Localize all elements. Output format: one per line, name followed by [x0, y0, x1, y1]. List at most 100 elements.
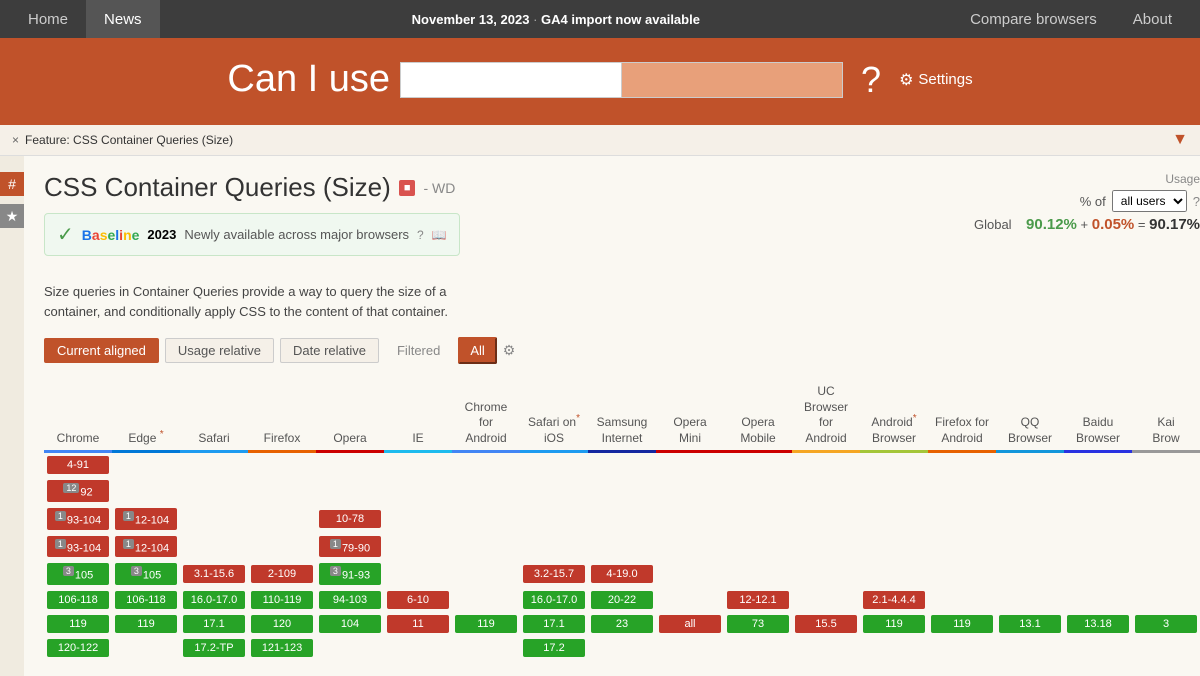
baseline-bar: ✓ Baseline 2023 Newly available across m… — [44, 213, 460, 256]
table-cell-chrome_android — [452, 560, 520, 588]
table-cell-samsung: 4-19.0 — [588, 560, 656, 588]
table-row: 11911917.11201041111917.123all7315.51191… — [44, 612, 1200, 636]
table-cell-opera — [316, 452, 384, 478]
percent-of-label: % of — [1080, 194, 1106, 209]
tab-usage-relative[interactable]: Usage relative — [165, 338, 274, 363]
table-cell-qq — [996, 477, 1064, 505]
table-cell-opera_mobile — [724, 452, 792, 478]
table-row: 4-91 — [44, 452, 1200, 478]
table-cell-ie: 6-10 — [384, 588, 452, 612]
nav-home[interactable]: Home — [10, 0, 86, 38]
table-cell-safari_ios — [520, 533, 588, 561]
usage-help-icon[interactable]: ? — [1193, 194, 1200, 209]
feature-title: CSS Container Queries (Size) — [44, 172, 391, 203]
table-cell-baidu: 13.18 — [1064, 612, 1132, 636]
table-cell-opera_mobile — [724, 560, 792, 588]
table-row: 310531053.1-15.62-109391-933.2-15.74-19.… — [44, 560, 1200, 588]
table-cell-opera_mobile: 12-12.1 — [724, 588, 792, 612]
tab-date-relative[interactable]: Date relative — [280, 338, 379, 363]
table-cell-samsung — [588, 452, 656, 478]
table-cell-kai — [1132, 477, 1200, 505]
baseline-book-icon[interactable]: 📖 — [432, 228, 447, 242]
nav-compare[interactable]: Compare browsers — [952, 0, 1115, 38]
table-cell-baidu — [1064, 533, 1132, 561]
nav-about[interactable]: About — [1115, 0, 1190, 38]
table-cell-kai: 3 — [1132, 612, 1200, 636]
table-row: 106-118106-11816.0-17.0110-11994-1036-10… — [44, 588, 1200, 612]
table-cell-android — [860, 477, 928, 505]
table-cell-uc — [792, 452, 860, 478]
table-cell-samsung — [588, 533, 656, 561]
nav-news[interactable]: News — [86, 0, 160, 38]
table-cell-chrome_android — [452, 477, 520, 505]
table-settings-icon[interactable]: ⚙ — [503, 342, 516, 359]
table-cell-android — [860, 505, 928, 533]
table-cell-opera_mini — [656, 505, 724, 533]
usage-panel: Usage % of all users ? Global 90.12% + 0… — [974, 172, 1200, 233]
table-cell-uc — [792, 588, 860, 612]
tab-all[interactable]: All — [458, 337, 496, 364]
search-input-primary[interactable] — [401, 63, 621, 97]
search-input-secondary[interactable] — [622, 63, 842, 97]
table-cell-edge — [112, 477, 180, 505]
table-cell-firefox_android — [928, 588, 996, 612]
table-cell-opera_mini — [656, 588, 724, 612]
table-cell-chrome: 193-104 — [44, 533, 112, 561]
table-cell-safari_ios: 3.2-15.7 — [520, 560, 588, 588]
settings-button[interactable]: ⚙ Settings — [899, 70, 973, 90]
table-cell-chrome: 119 — [44, 612, 112, 636]
star-icon[interactable]: ★ — [0, 204, 24, 228]
baseline-help-icon[interactable]: ? — [417, 228, 424, 242]
baseline-checkmark: ✓ — [57, 222, 74, 247]
header-safari-ios: Safari on*iOS — [520, 380, 588, 452]
table-cell-samsung — [588, 636, 656, 660]
filter-icon[interactable]: ▼ — [1172, 131, 1188, 149]
hash-icon[interactable]: # — [0, 172, 24, 196]
feature-panel: CSS Container Queries (Size) ■ - WD ✓ Ba… — [24, 156, 1200, 676]
table-cell-uc — [792, 560, 860, 588]
header-samsung: SamsungInternet — [588, 380, 656, 452]
baseline-description: Newly available across major browsers — [184, 227, 409, 242]
header-firefox-android: Firefox forAndroid — [928, 380, 996, 452]
table-cell-firefox_android — [928, 636, 996, 660]
header-qq: QQBrowser — [996, 380, 1064, 452]
table-cell-ie — [384, 477, 452, 505]
nav-announcement: November 13, 2023 · GA4 import now avail… — [160, 12, 953, 27]
table-cell-chrome_android — [452, 588, 520, 612]
table-cell-kai — [1132, 588, 1200, 612]
table-cell-firefox — [248, 505, 316, 533]
table-cell-opera_mobile: 73 — [724, 612, 792, 636]
table-cell-qq — [996, 452, 1064, 478]
table-cell-opera: 391-93 — [316, 560, 384, 588]
table-cell-samsung — [588, 505, 656, 533]
table-cell-safari — [180, 533, 248, 561]
table-cell-opera_mobile — [724, 533, 792, 561]
side-icons: # ★ — [0, 156, 24, 676]
table-cell-baidu — [1064, 477, 1132, 505]
table-cell-opera_mini — [656, 636, 724, 660]
usage-partial-number: 0.05% — [1092, 216, 1135, 233]
table-cell-opera_mobile — [724, 477, 792, 505]
table-cell-edge: 119 — [112, 612, 180, 636]
table-cell-opera_mini — [656, 533, 724, 561]
usage-total-number: 90.17% — [1149, 216, 1200, 233]
header-chrome: Chrome — [44, 380, 112, 452]
table-cell-baidu — [1064, 505, 1132, 533]
gear-icon: ⚙ — [899, 70, 913, 90]
table-cell-safari_ios: 17.1 — [520, 612, 588, 636]
table-row: 193-104112-10410-78 — [44, 505, 1200, 533]
breadcrumb-close[interactable]: × — [12, 133, 19, 147]
table-cell-qq — [996, 588, 1064, 612]
feature-title-section: CSS Container Queries (Size) ■ - WD ✓ Ba… — [44, 172, 460, 270]
table-cell-android — [860, 533, 928, 561]
user-type-select[interactable]: all users — [1112, 190, 1187, 212]
table-cell-samsung: 23 — [588, 612, 656, 636]
table-cell-qq — [996, 636, 1064, 660]
header-opera-mini: Opera Mini — [656, 380, 724, 452]
table-cell-safari_ios — [520, 505, 588, 533]
title-wrap: CSS Container Queries (Size) ■ - WD — [44, 172, 460, 203]
tab-current-aligned[interactable]: Current aligned — [44, 338, 159, 363]
navigation: Home News November 13, 2023 · GA4 import… — [0, 0, 1200, 38]
table-cell-opera_mobile — [724, 636, 792, 660]
table-cell-android: 119 — [860, 612, 928, 636]
